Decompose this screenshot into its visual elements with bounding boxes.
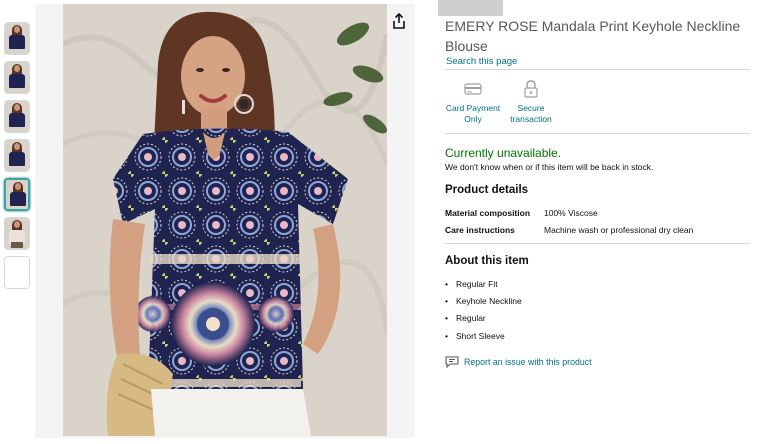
- detail-row-material: Material composition 100% Viscose: [445, 208, 598, 218]
- card-icon: [463, 80, 483, 98]
- badge-secure-transaction[interactable]: Secure transaction: [501, 80, 561, 125]
- about-bullet: • Regular: [445, 313, 486, 323]
- badge-card-payment[interactable]: Card Payment Only: [443, 80, 503, 125]
- thumbnail-3[interactable]: [4, 100, 30, 133]
- thumbnail-7-more[interactable]: [4, 256, 30, 289]
- about-bullet: • Short Sleeve: [445, 331, 505, 341]
- about-item-heading: About this item: [445, 255, 529, 267]
- badge-card-label: Card Payment Only: [445, 103, 501, 124]
- about-bullet: • Regular Fit: [445, 279, 498, 289]
- report-issue-link[interactable]: Report an issue with this product: [445, 356, 592, 368]
- about-bullet: • Keyhole Neckline: [445, 296, 522, 306]
- divider: [445, 133, 750, 134]
- thumbnail-6[interactable]: [4, 217, 30, 250]
- thumbnail-4[interactable]: [4, 139, 30, 172]
- badge-secure-label: Secure transaction: [510, 103, 552, 124]
- detail-row-care: Care instructions Machine wash or profess…: [445, 225, 693, 235]
- thumbnail-5-selected[interactable]: [4, 178, 30, 211]
- lock-icon: [521, 80, 541, 98]
- detail-value: Machine wash or professional dry clean: [544, 225, 694, 235]
- product-photo-illustration: [63, 4, 387, 436]
- thumbnail-1[interactable]: [4, 22, 30, 55]
- share-button[interactable]: [388, 10, 410, 32]
- report-icon: [445, 356, 459, 368]
- detail-key: Care instructions: [445, 225, 515, 235]
- divider: [445, 69, 750, 70]
- product-details-heading: Product details: [445, 184, 529, 196]
- store-link[interactable]: Search this page: [446, 56, 517, 67]
- thumbnail-2[interactable]: [4, 61, 30, 94]
- detail-value: 100% Viscose: [544, 208, 598, 218]
- divider: [445, 243, 750, 244]
- report-issue-label: Report an issue with this product: [464, 357, 592, 367]
- main-product-image[interactable]: [63, 4, 387, 436]
- detail-key: Material composition: [445, 208, 531, 218]
- availability-note: We don't know when or if this item will …: [445, 162, 654, 172]
- product-title: EMERY ROSE Mandala Print Keyhole Necklin…: [445, 18, 741, 54]
- availability-status: Currently unavailable.: [445, 146, 562, 160]
- share-icon: [393, 13, 405, 29]
- brand-placeholder: [438, 0, 503, 16]
- thumbnail-strip: [4, 22, 30, 295]
